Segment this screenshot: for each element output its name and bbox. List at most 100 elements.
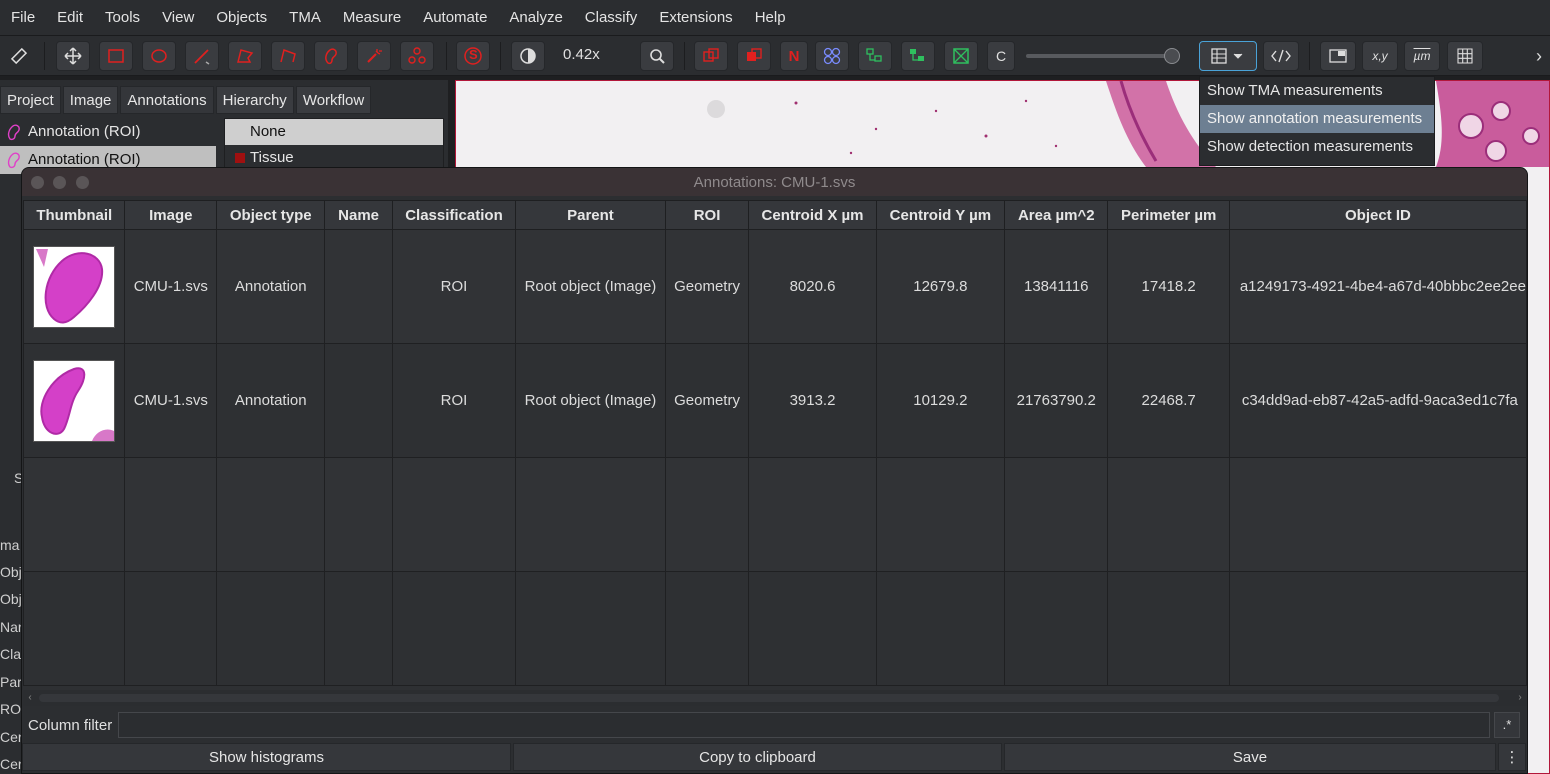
table-cell: Root object (Image) xyxy=(515,229,666,344)
thumbnail-image xyxy=(34,360,115,441)
table-cell xyxy=(324,229,393,344)
column-filter-input[interactable] xyxy=(118,712,1490,738)
left-stub-label: Cer xyxy=(0,756,23,772)
table-cell: Annotation xyxy=(216,343,326,458)
pixel-classification-icon[interactable] xyxy=(944,41,978,71)
menu-help[interactable]: Help xyxy=(744,0,797,36)
table-row[interactable]: CMU-1.svs Annotation ROI Root object (Im… xyxy=(23,229,1527,344)
fill-annotations-icon[interactable] xyxy=(737,41,771,71)
copy-to-clipboard-button[interactable]: Copy to clipboard xyxy=(513,743,1002,771)
column-header[interactable]: Object ID xyxy=(1228,200,1527,230)
tma-grid-icon[interactable] xyxy=(815,41,849,71)
ellipse-icon[interactable] xyxy=(142,41,176,71)
more-options-button[interactable]: ⋮ xyxy=(1498,743,1526,771)
rectangle-icon[interactable] xyxy=(99,41,133,71)
tab-project[interactable]: Project xyxy=(0,86,61,114)
menu-show-tma-measurements[interactable]: Show TMA measurements xyxy=(1200,77,1434,105)
fill-detections-icon[interactable] xyxy=(901,41,935,71)
tab-workflow[interactable]: Workflow xyxy=(295,86,372,114)
class-label: None xyxy=(250,123,286,140)
scalebar-label: µm xyxy=(1413,49,1431,63)
column-header[interactable]: Classification xyxy=(391,200,517,230)
annotation-list: Annotation (ROI) Annotation (ROI) xyxy=(0,118,216,174)
menu-tools[interactable]: Tools xyxy=(94,0,151,36)
menu-measure[interactable]: Measure xyxy=(332,0,412,36)
scrollbar-track[interactable] xyxy=(39,694,1499,702)
s-tool-icon[interactable]: S xyxy=(456,41,490,71)
polygon-icon[interactable] xyxy=(228,41,262,71)
tab-image[interactable]: Image xyxy=(62,86,119,114)
menu-show-annotation-measurements[interactable]: Show annotation measurements xyxy=(1200,105,1434,133)
regex-toggle-button[interactable]: .* xyxy=(1494,712,1520,738)
zoom-fit-icon[interactable] xyxy=(640,41,674,71)
column-header[interactable]: Perimeter µm xyxy=(1107,200,1230,230)
opacity-slider-knob[interactable] xyxy=(1164,48,1180,64)
table-cell: ROI xyxy=(391,229,517,344)
horizontal-scrollbar[interactable]: ‹ › xyxy=(23,690,1527,706)
menu-tma[interactable]: TMA xyxy=(278,0,332,36)
column-header[interactable]: Object type xyxy=(216,200,326,230)
show-names-icon[interactable]: N xyxy=(780,41,808,71)
table-cell: Annotation xyxy=(216,229,326,344)
brush-icon[interactable] xyxy=(314,41,348,71)
s-tool-label: S xyxy=(469,47,478,62)
measurement-table-icon[interactable] xyxy=(1199,41,1257,71)
table-cell: 21763790.2 xyxy=(1004,343,1109,458)
line-icon[interactable] xyxy=(185,41,219,71)
left-stub-label: Par xyxy=(0,674,22,690)
move-icon[interactable] xyxy=(56,41,90,71)
menu-analyze[interactable]: Analyze xyxy=(498,0,573,36)
points-icon[interactable] xyxy=(400,41,434,71)
scroll-left-icon[interactable]: ‹ xyxy=(23,690,37,706)
menu-objects[interactable]: Objects xyxy=(205,0,278,36)
column-header[interactable]: Image xyxy=(124,200,218,230)
show-names-label: N xyxy=(788,47,800,65)
c-toggle[interactable]: C xyxy=(987,41,1015,71)
empty-table-row xyxy=(23,571,1527,686)
menu-show-detection-measurements[interactable]: Show detection measurements xyxy=(1200,133,1434,161)
tab-annotations[interactable]: Annotations xyxy=(120,86,214,114)
brush-annotation-icon xyxy=(7,152,20,169)
window-titlebar[interactable]: Annotations: CMU-1.svs xyxy=(22,168,1527,196)
scroll-right-icon[interactable]: › xyxy=(1513,690,1527,706)
table-row[interactable]: CMU-1.svs Annotation ROI Root object (Im… xyxy=(23,343,1527,458)
annotations-window: Annotations: CMU-1.svs Thumbnail Image O… xyxy=(21,167,1528,774)
menu-edit[interactable]: Edit xyxy=(46,0,94,36)
tab-hierarchy[interactable]: Hierarchy xyxy=(215,86,294,114)
wand-icon[interactable] xyxy=(357,41,391,71)
contrast-icon[interactable] xyxy=(511,41,545,71)
table-cell: CMU-1.svs xyxy=(124,343,218,458)
column-header[interactable]: Name xyxy=(324,200,393,230)
toolbar-overflow-chevron-icon[interactable]: › xyxy=(1536,46,1542,67)
menu-view[interactable]: View xyxy=(151,0,205,36)
annotation-list-item[interactable]: Annotation (ROI) xyxy=(0,118,216,146)
show-annotations-icon[interactable] xyxy=(694,41,728,71)
show-histograms-button[interactable]: Show histograms xyxy=(22,743,511,771)
table-cell: 10129.2 xyxy=(875,343,1006,458)
menu-file[interactable]: File xyxy=(0,0,46,36)
measure-icon[interactable] xyxy=(4,41,34,71)
column-header[interactable]: Centroid X µm xyxy=(748,200,877,230)
menu-classify[interactable]: Classify xyxy=(574,0,649,36)
grid-icon[interactable] xyxy=(1447,41,1483,71)
table-cell: a1249173-4921-4be4-a67d-40bbbc2ee2ee xyxy=(1228,229,1527,344)
column-header[interactable]: Thumbnail xyxy=(23,200,126,230)
left-stub-label: ma xyxy=(0,537,20,553)
script-editor-icon[interactable] xyxy=(1263,41,1299,71)
table-cell: CMU-1.svs xyxy=(124,229,218,344)
left-stub-label: Nar xyxy=(0,619,23,635)
save-button[interactable]: Save xyxy=(1004,743,1496,771)
opacity-slider[interactable] xyxy=(1026,54,1176,58)
column-header[interactable]: Area µm^2 xyxy=(1004,200,1109,230)
scalebar-icon[interactable]: µm xyxy=(1404,41,1440,71)
show-detections-icon[interactable] xyxy=(858,41,892,71)
column-header[interactable]: ROI xyxy=(664,200,750,230)
location-icon[interactable]: x,y xyxy=(1362,41,1398,71)
class-list-item[interactable]: None xyxy=(225,119,443,145)
menu-automate[interactable]: Automate xyxy=(412,0,498,36)
overview-icon[interactable] xyxy=(1320,41,1356,71)
polyline-icon[interactable] xyxy=(271,41,305,71)
menu-extensions[interactable]: Extensions xyxy=(648,0,743,36)
column-header[interactable]: Centroid Y µm xyxy=(875,200,1006,230)
column-header[interactable]: Parent xyxy=(515,200,666,230)
